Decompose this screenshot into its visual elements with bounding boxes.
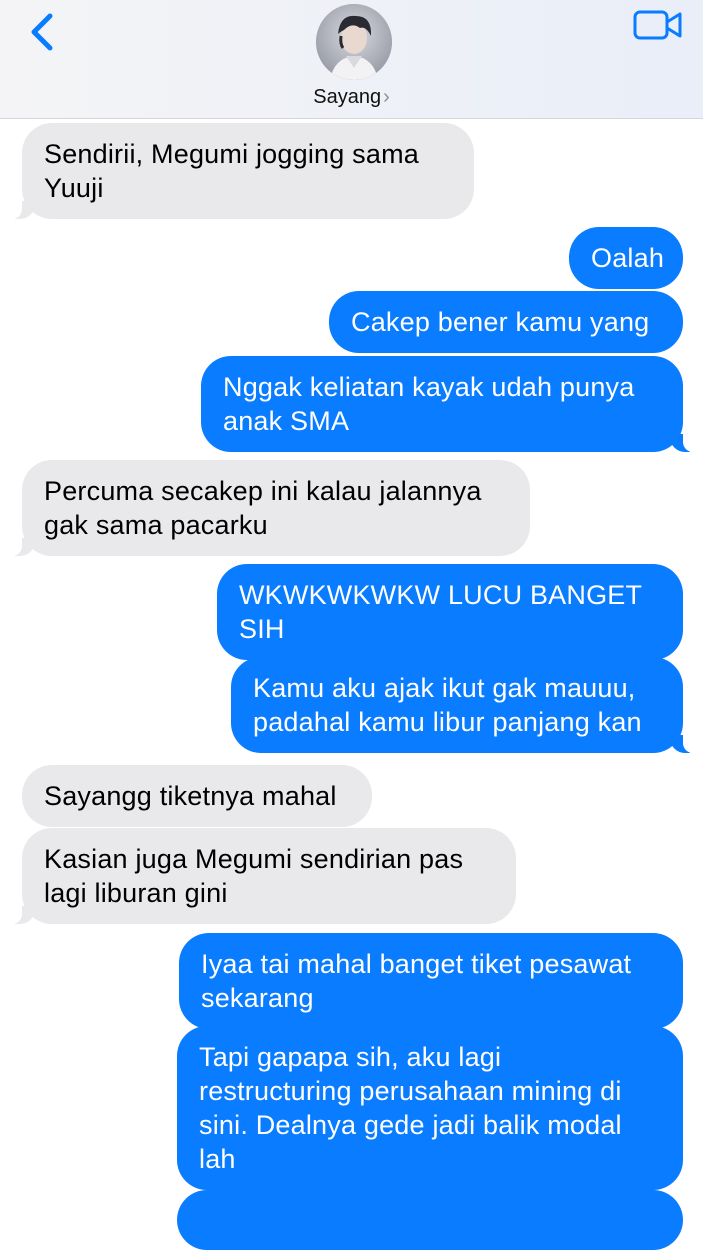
message-text: Cakep bener kamu yang — [351, 307, 650, 337]
conversation-header: Sayang › — [0, 0, 703, 119]
contact-name: Sayang — [313, 86, 382, 108]
message-bubble-outgoing[interactable]: Kamu aku ajak ikut gak mauuu, padahal ka… — [231, 657, 693, 753]
message-bubble-outgoing[interactable]: Iyaa tai mahal banget tiket pesawat seka… — [179, 933, 683, 1029]
message-text: Iyaa tai mahal banget tiket pesawat seka… — [201, 949, 632, 1013]
back-button[interactable] — [26, 10, 66, 54]
message-text: Sayangg tiketnya mahal — [44, 781, 337, 811]
message-bubble-incoming[interactable]: Kasian juga Megumi sendirian pas lagi li… — [12, 828, 516, 924]
message-bubble-outgoing[interactable]: WKWKWKWKW LUCU BANGET SIH — [217, 564, 683, 660]
contact-name-button[interactable]: Sayang › — [0, 86, 703, 109]
video-call-button[interactable] — [632, 8, 684, 44]
message-text: Kamu aku ajak ikut gak mauuu, padahal ka… — [253, 673, 642, 737]
message-text: Oalah — [591, 243, 665, 273]
message-bubble-incoming[interactable]: Sayangg tiketnya mahal — [22, 765, 372, 827]
message-bubble-incoming[interactable]: Sendirii, Megumi jogging sama Yuuji — [12, 123, 474, 219]
chevron-left-icon — [31, 13, 53, 51]
video-camera-icon — [633, 10, 682, 40]
message-bubble-outgoing[interactable]: Cakep bener kamu yang — [329, 291, 683, 353]
avatar-image — [316, 4, 392, 80]
message-bubble-outgoing[interactable]: Oalah — [569, 227, 683, 289]
message-bubble-outgoing[interactable]: Tapi gapapa sih, aku lagi restructuring … — [177, 1026, 683, 1190]
message-text: Nggak keliatan kayak udah punya anak SMA — [223, 372, 635, 436]
message-bubble-outgoing[interactable]: Nggak keliatan kayak udah punya anak SMA — [201, 356, 693, 452]
message-text: Kasian juga Megumi sendirian pas lagi li… — [44, 844, 464, 908]
message-text: Tapi gapapa sih, aku lagi restructuring … — [199, 1042, 622, 1174]
message-list[interactable]: Sendirii, Megumi jogging sama Yuuji Oala… — [0, 119, 703, 1250]
message-text: WKWKWKWKW LUCU BANGET SIH — [239, 580, 642, 644]
message-bubble-outgoing[interactable] — [177, 1190, 683, 1250]
contact-avatar[interactable] — [316, 4, 392, 80]
chevron-right-icon: › — [383, 86, 390, 108]
message-text: Percuma secakep ini kalau jalannya gak s… — [44, 476, 482, 540]
message-text: Sendirii, Megumi jogging sama Yuuji — [44, 139, 419, 203]
message-bubble-incoming[interactable]: Percuma secakep ini kalau jalannya gak s… — [12, 460, 530, 556]
